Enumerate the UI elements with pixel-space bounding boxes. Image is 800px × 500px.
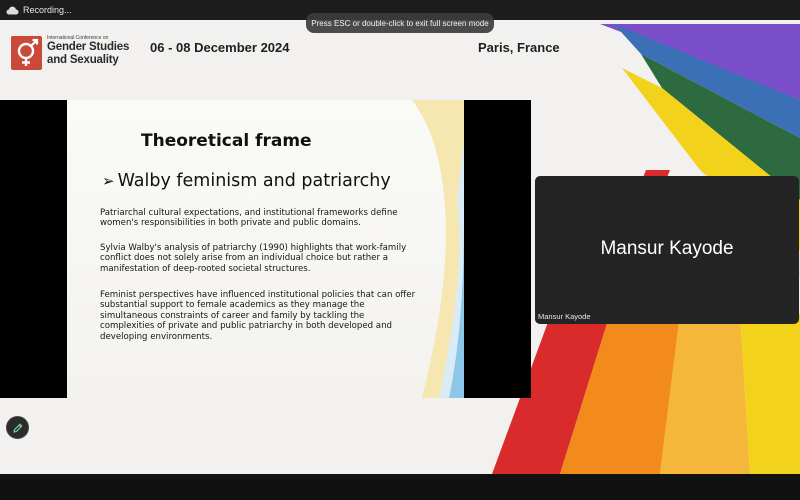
bottom-bar xyxy=(0,474,800,500)
slide-bullet-text: Walby feminism and patriarchy xyxy=(117,171,391,191)
recording-indicator[interactable]: Recording... xyxy=(6,2,72,18)
presentation-stage: International Conference on Gender Studi… xyxy=(0,20,800,474)
conference-name: International Conference on Gender Studi… xyxy=(47,35,142,66)
annotate-button[interactable] xyxy=(6,416,29,439)
slide-title: Theoretical frame xyxy=(141,131,312,151)
conference-date: 06 - 08 December 2024 xyxy=(150,40,290,55)
recording-label: Recording... xyxy=(23,5,72,15)
slide-paragraph: Patriarchal cultural expectations, and i… xyxy=(100,208,398,229)
slide-paragraph: Feminist perspectives have influenced in… xyxy=(100,290,416,342)
conference-name-line2: and Sexuality xyxy=(47,53,119,66)
participant-display-name: Mansur Kayode xyxy=(600,238,734,259)
participant-name-label: Mansur Kayode xyxy=(538,312,591,321)
participant-video-tile[interactable]: Mansur Kayode Mansur Kayode xyxy=(535,176,799,324)
slide: Theoretical frame ➢ Walby feminism and pa… xyxy=(67,100,464,398)
conference-location: Paris, France xyxy=(478,40,560,55)
conference-name-line1: Gender Studies xyxy=(47,41,130,54)
pencil-icon xyxy=(12,423,22,433)
slide-paragraph: Sylvia Walby's analysis of patriarchy (1… xyxy=(100,243,407,274)
screen-share[interactable]: Theoretical frame ➢ Walby feminism and pa… xyxy=(0,100,531,398)
cloud-record-icon xyxy=(6,6,19,14)
fullscreen-notice: Press ESC or double-click to exit full s… xyxy=(306,13,494,33)
arrowhead-bullet-icon: ➢ xyxy=(102,172,115,190)
conference-logo xyxy=(11,36,42,70)
slide-bullet: ➢ Walby feminism and patriarchy xyxy=(102,171,391,191)
